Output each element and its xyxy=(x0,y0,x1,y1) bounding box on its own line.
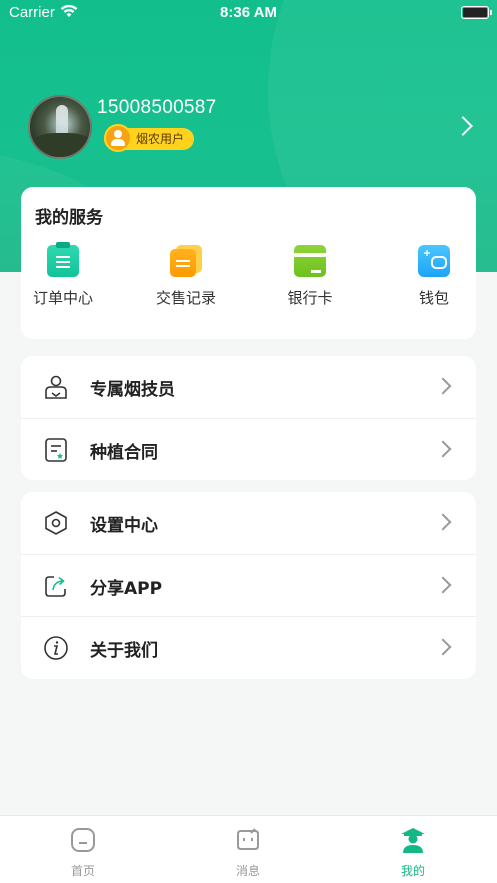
service-order-center[interactable]: 订单中心 xyxy=(18,242,108,308)
service-sale-records[interactable]: 交售记录 xyxy=(141,245,231,308)
menu-item-contract[interactable]: 种植合同 xyxy=(21,418,476,480)
service-bank-card[interactable]: 银行卡 xyxy=(265,245,355,308)
battery-icon xyxy=(461,6,492,19)
menu-label: 分享APP xyxy=(90,579,163,599)
tab-home[interactable]: 首页 xyxy=(43,826,123,879)
chevron-right-icon xyxy=(434,638,452,656)
user-badge-icon xyxy=(104,124,132,152)
service-label: 钱包 xyxy=(418,289,449,307)
badge-label: 烟农用户 xyxy=(136,132,185,146)
settings-hexagon-icon xyxy=(45,511,67,535)
technician-icon xyxy=(45,375,67,399)
farmer-profile-icon xyxy=(401,828,425,853)
service-label: 交售记录 xyxy=(155,289,216,307)
my-services-card: 我的服务 订单中心 交售记录 银行卡 钱包 xyxy=(21,187,476,339)
chevron-right-icon xyxy=(434,576,452,594)
sale-record-icon xyxy=(170,245,202,277)
tab-label: 我的 xyxy=(400,864,425,878)
chevron-right-icon[interactable] xyxy=(453,116,473,136)
info-icon xyxy=(44,636,68,660)
menu-item-settings[interactable]: 设置中心 xyxy=(21,492,476,554)
profile-row[interactable]: 15008500587 烟农用户 xyxy=(28,95,478,161)
chevron-right-icon xyxy=(434,513,452,531)
menu-item-technician[interactable]: 专属烟技员 xyxy=(21,356,476,418)
menu-label: 关于我们 xyxy=(90,641,158,661)
tab-mine[interactable]: 我的 xyxy=(373,826,453,879)
share-icon xyxy=(45,576,66,597)
avatar[interactable] xyxy=(28,95,92,159)
menu-group-1: 专属烟技员 种植合同 xyxy=(21,356,476,480)
menu-group-2: 设置中心 分享APP 关于我们 xyxy=(21,492,476,679)
menu-item-share[interactable]: 分享APP xyxy=(21,554,476,616)
menu-label: 设置中心 xyxy=(90,516,158,536)
menu-label: 专属烟技员 xyxy=(90,380,175,400)
user-type-badge: 烟农用户 xyxy=(104,124,195,152)
wallet-icon xyxy=(418,245,450,277)
home-icon xyxy=(71,828,95,852)
chevron-right-icon xyxy=(434,440,452,458)
bank-card-icon xyxy=(294,245,326,277)
message-icon xyxy=(237,828,259,850)
tab-messages[interactable]: 消息 xyxy=(208,826,288,879)
status-bar: Carrier 8:36 AM xyxy=(0,0,497,26)
order-clipboard-icon xyxy=(47,242,79,277)
tab-label: 消息 xyxy=(235,864,260,878)
menu-label: 种植合同 xyxy=(90,443,158,463)
bottom-tab-bar: 首页 消息 我的 xyxy=(0,815,497,883)
clock: 8:36 AM xyxy=(220,4,277,21)
tab-label: 首页 xyxy=(70,864,95,878)
chevron-right-icon xyxy=(434,377,452,395)
service-label: 银行卡 xyxy=(287,289,333,307)
service-label: 订单中心 xyxy=(32,289,93,307)
user-phone: 15008500587 xyxy=(97,97,217,118)
menu-item-about[interactable]: 关于我们 xyxy=(21,616,476,678)
service-wallet[interactable]: 钱包 xyxy=(389,245,479,308)
contract-icon xyxy=(45,438,67,462)
services-title: 我的服务 xyxy=(35,208,103,228)
